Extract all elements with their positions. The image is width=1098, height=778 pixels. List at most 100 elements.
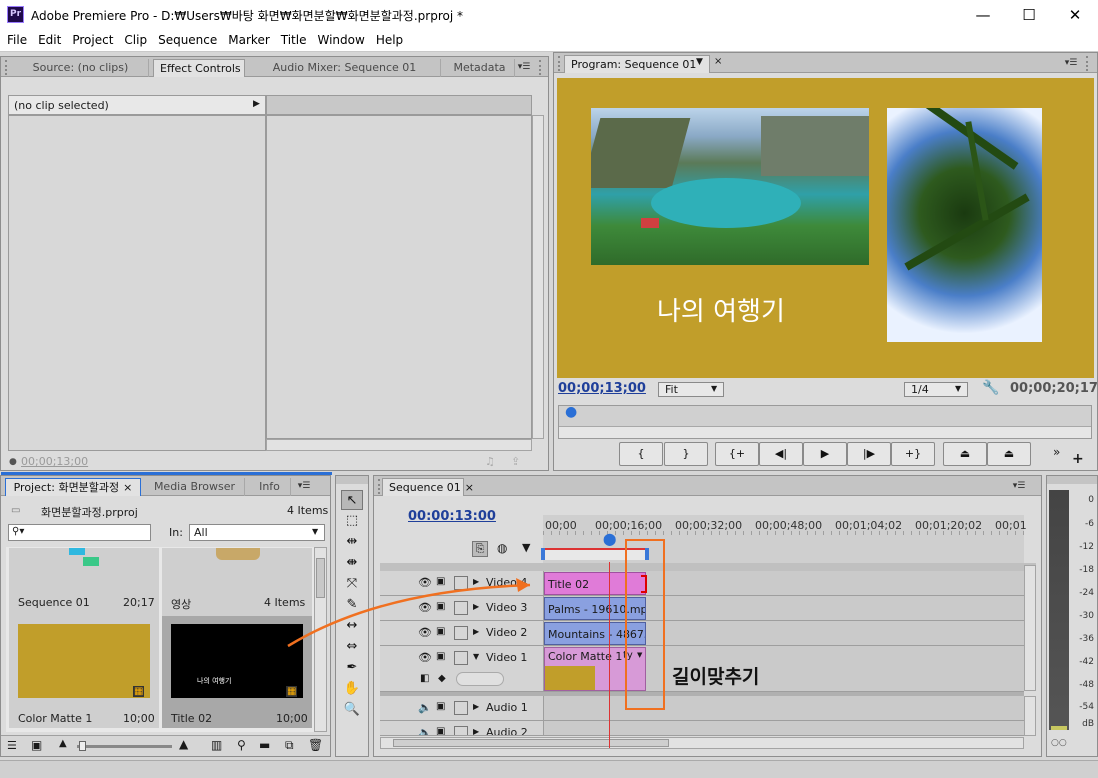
playhead-marker-icon[interactable]: ● [565,404,577,420]
tab-dropdown-icon[interactable]: ▼ [696,57,703,67]
menu-file[interactable]: File [3,30,31,51]
panel-menu-icon[interactable]: ▾☰ [293,479,315,494]
panel-grip[interactable] [5,60,10,75]
menu-marker[interactable]: Marker [224,30,273,51]
automate-icon[interactable]: ▥ [211,738,222,752]
tab-program[interactable]: Program: Sequence 01 [564,55,710,73]
zoom-slider-handle[interactable] [79,741,86,751]
menu-edit[interactable]: Edit [34,30,65,51]
tab-project[interactable]: Project: 화면분할과정 × [5,478,141,496]
more-controls-icon[interactable]: » [1053,445,1060,459]
speaker-icon[interactable]: 🔈 [418,726,432,735]
extract-button[interactable]: ⏏ [987,442,1031,466]
find-icon[interactable]: ⚲ [237,738,246,752]
meter-grip[interactable] [1047,476,1097,484]
display-style-icon[interactable]: ◧ [420,673,429,684]
play-button[interactable]: ▶ [803,442,847,466]
zoom-bar[interactable] [559,426,1091,438]
tab-info[interactable]: Info [249,478,291,496]
expand-triangle-icon[interactable]: ▶ [473,727,479,735]
collapse-triangle-icon[interactable]: ▼ [473,652,479,661]
keyframe-navigator[interactable] [456,672,504,686]
ripple-edit-tool-icon[interactable]: ⇹ [341,532,363,552]
sequence-marker-icon[interactable]: ▼ [522,541,530,554]
menu-project[interactable]: Project [68,30,117,51]
icon-view-icon[interactable]: ▣ [31,738,42,752]
timeline-scroll-thumb[interactable] [393,739,669,747]
go-to-in-button[interactable]: {+ [715,442,759,466]
lift-button[interactable]: ⏏ [943,442,987,466]
tab-effect-controls[interactable]: Effect Controls [153,59,245,77]
panel-grip-right[interactable] [539,60,544,75]
pen-tool-icon[interactable]: ✒ [341,658,363,678]
program-scrubber[interactable]: ● [558,404,1092,439]
eye-icon[interactable]: 👁 [418,651,432,664]
panel-grip[interactable] [558,56,563,71]
menu-clip[interactable]: Clip [120,30,151,51]
maximize-button[interactable]: ☐ [1006,0,1052,30]
effect-scrollbar[interactable] [532,115,544,439]
fit-dropdown[interactable]: Fit ▼ [658,382,724,397]
tab-close-icon[interactable]: × [123,481,132,494]
search-input[interactable]: ⚲▾ [8,524,151,541]
sequence-current-timecode[interactable]: 00:00:13:00 [408,509,496,524]
step-back-button[interactable]: ◀| [759,442,803,466]
zoom-in-icon[interactable]: ▲ [179,737,188,751]
go-to-out-button[interactable]: +} [891,442,935,466]
panel-menu-icon[interactable]: ▾☰ [513,60,535,75]
list-view-icon[interactable]: ☰ [7,739,17,752]
tab-metadata[interactable]: Metadata [445,59,515,77]
selection-tool-icon[interactable]: ↖ [341,490,363,510]
zoom-slider[interactable] [77,741,172,751]
tab-audio-mixer[interactable]: Audio Mixer: Sequence 01 [249,59,441,77]
zoom-tool-icon[interactable]: 🔍 [341,700,363,720]
panel-grip-right[interactable] [1086,56,1091,71]
menu-window[interactable]: Window [313,30,368,51]
program-current-timecode[interactable]: 00;00;13;00 [558,381,646,396]
effect-timecode[interactable]: 00;00;13;00 [21,455,88,468]
tab-media-browser[interactable]: Media Browser [145,478,245,496]
wrench-settings-icon[interactable]: 🔧 [982,380,999,396]
snap-icon[interactable]: ⎘ [472,541,488,557]
tab-close-icon[interactable]: × [714,56,722,67]
export-icon[interactable]: ⇪ [511,455,520,468]
video-tracks-scrollbar[interactable] [1024,565,1036,691]
mark-out-button[interactable]: } [664,442,708,466]
sync-lock-icon[interactable]: ▣ [436,651,445,662]
step-forward-button[interactable]: |▶ [847,442,891,466]
grid-item-color-matte[interactable]: ▦ Color Matte 1 10;00 [9,616,159,728]
menu-sequence[interactable]: Sequence [154,30,221,51]
work-area-start-handle[interactable] [541,548,545,560]
hand-tool-icon[interactable]: ✋ [341,679,363,699]
tab-close-icon[interactable]: × [465,481,474,494]
tab-source[interactable]: Source: (no clips) [13,59,149,77]
clip-selector[interactable]: (no clip selected) ▶ [8,95,266,115]
speaker-icon[interactable]: 🔈 [418,701,432,714]
sync-lock-icon[interactable]: ▣ [436,726,445,735]
tab-sequence[interactable]: Sequence 01 × [382,478,474,496]
new-bin-icon[interactable]: ▬ [259,738,270,752]
menu-help[interactable]: Help [372,30,407,51]
lock-toggle[interactable] [454,726,468,735]
audio-tracks-scrollbar[interactable] [1024,696,1036,736]
zoom-out-icon[interactable]: ▲ [59,738,67,749]
expand-triangle-icon[interactable]: ▶ [473,702,479,711]
solo-buttons-icon[interactable]: ○○ [1051,738,1067,748]
timeline-h-scrollbar[interactable] [380,737,1024,749]
mark-in-button[interactable]: { [619,442,663,466]
lock-toggle[interactable] [454,701,468,715]
add-button-icon[interactable]: + [1072,451,1084,467]
keyframe-icon[interactable]: ◆ [438,673,446,684]
trash-icon[interactable]: 🗑 [308,738,323,752]
in-filter-dropdown[interactable]: All ▼ [189,524,325,541]
new-item-icon[interactable]: ⧉ [285,738,294,753]
effect-h-scrollbar[interactable] [266,439,532,451]
resolution-dropdown[interactable]: 1/4 ▼ [904,382,968,397]
tools-grip[interactable] [336,476,368,484]
menu-title[interactable]: Title [277,30,311,51]
panel-menu-icon[interactable]: ▾☰ [1060,56,1082,71]
minimize-button[interactable]: — [960,0,1006,30]
close-button[interactable]: ✕ [1052,0,1098,30]
set-marker-icon[interactable]: ◍ [497,541,507,555]
audio-only-icon[interactable]: ♫ [485,455,495,468]
